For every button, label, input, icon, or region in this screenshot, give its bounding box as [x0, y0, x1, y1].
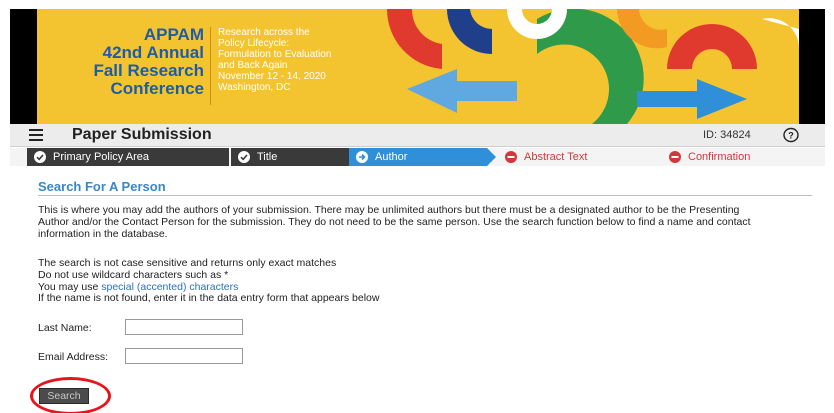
step-label: Primary Policy Area — [53, 151, 149, 163]
conference-banner: APPAM 42nd Annual Fall Research Conferen… — [10, 9, 825, 124]
search-rules: The search is not case sensitive and ret… — [38, 257, 380, 305]
conference-subtitle-line: November 12 - 14, 2020 — [218, 71, 326, 82]
red-arc-shape — [386, 9, 442, 69]
progress-steps: Primary Policy Area Title Author Abstrac… — [10, 148, 825, 166]
last-name-input[interactable] — [125, 319, 243, 335]
intro-paragraph: This is where you may add the authors of… — [38, 204, 751, 240]
banner-area: APPAM 42nd Annual Fall Research Conferen… — [0, 0, 834, 124]
navy-arc-shape — [447, 9, 492, 54]
step-title[interactable]: Title — [231, 148, 349, 166]
section-divider — [38, 195, 812, 196]
step-primary-policy-area[interactable]: Primary Policy Area — [27, 148, 229, 166]
check-circle-icon — [238, 151, 250, 163]
banner-arrows-graphic — [386, 9, 799, 124]
submission-id: ID: 34824 — [703, 129, 751, 141]
step-arrow-tip — [487, 148, 496, 166]
red-ring-shape — [667, 24, 757, 69]
banner-divider — [210, 27, 211, 105]
page-title: Paper Submission — [72, 126, 212, 143]
conference-title-line: Fall Research — [93, 61, 204, 80]
hamburger-menu-icon[interactable] — [29, 129, 43, 141]
minus-circle-icon — [669, 151, 681, 163]
highlight-circle — [30, 377, 111, 413]
blue-arrow-shape-right — [637, 79, 747, 119]
blue-arrow-shape — [407, 69, 517, 113]
step-author[interactable]: Author — [349, 148, 487, 166]
conference-title-line: APPAM — [143, 25, 204, 44]
step-confirmation[interactable]: Confirmation — [662, 148, 822, 166]
special-characters-link[interactable]: special (accented) characters — [101, 281, 238, 293]
banner-yellow-panel: APPAM 42nd Annual Fall Research Conferen… — [37, 9, 799, 124]
conference-subtitle-line: Washington, DC — [218, 82, 291, 93]
check-circle-icon — [34, 151, 46, 163]
svg-text:?: ? — [788, 131, 794, 141]
email-input[interactable] — [125, 348, 243, 364]
step-label: Confirmation — [688, 151, 751, 163]
step-abstract-text[interactable]: Abstract Text — [498, 148, 668, 166]
conference-subtitle: Research across the Policy Lifecycle: Fo… — [218, 27, 331, 93]
conference-subtitle-line: and Back Again — [218, 60, 288, 71]
conference-title-line: Conference — [110, 79, 204, 98]
conference-title: APPAM 42nd Annual Fall Research Conferen… — [54, 26, 204, 98]
arrow-circle-icon — [356, 151, 368, 163]
conference-subtitle-line: Formulation to Evaluation — [218, 49, 332, 60]
conference-subtitle-line: Policy Lifecycle: — [218, 38, 290, 49]
conference-title-line: 42nd Annual — [102, 43, 204, 62]
search-rule-prefix: You may use — [38, 280, 102, 293]
minus-circle-icon — [505, 151, 517, 163]
search-rule: If the name is not found, enter it in th… — [38, 292, 380, 305]
last-name-label: Last Name: — [38, 322, 92, 334]
step-label: Abstract Text — [524, 151, 588, 163]
section-title: Search For A Person — [38, 179, 166, 194]
header-bar: Paper Submission ID: 34824 ? — [10, 124, 825, 147]
help-icon[interactable]: ? — [783, 127, 799, 143]
email-label: Email Address: — [38, 351, 109, 363]
step-label: Author — [375, 151, 408, 163]
conference-subtitle-line: Research across the — [218, 27, 310, 38]
step-label: Title — [257, 151, 278, 163]
white-arc-shape-2 — [762, 18, 799, 49]
